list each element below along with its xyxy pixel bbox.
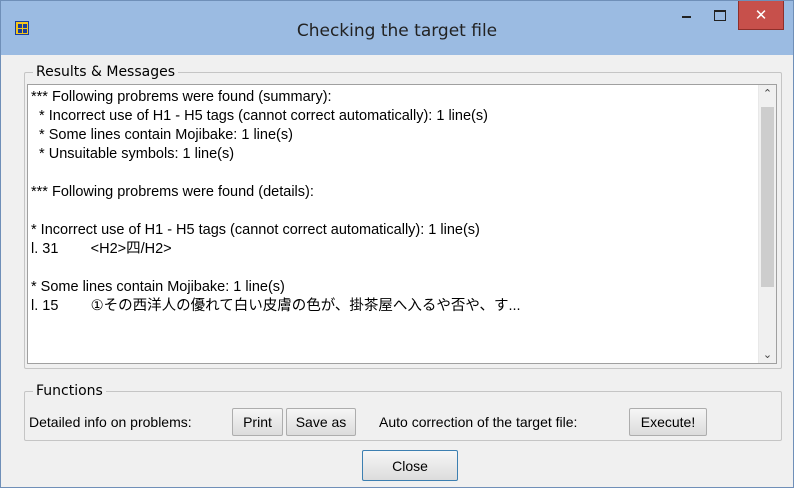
- results-line: *** Following probrems were found (detai…: [31, 184, 314, 200]
- close-icon: ✕: [754, 6, 768, 24]
- scroll-down-button[interactable]: ⌄: [759, 346, 776, 363]
- scroll-up-button[interactable]: ⌃: [759, 85, 776, 102]
- maximize-icon: [714, 9, 726, 21]
- save-as-button[interactable]: Save as: [286, 408, 356, 436]
- chevron-up-icon: ⌃: [762, 87, 773, 100]
- chevron-down-icon: ⌄: [762, 348, 773, 361]
- title-bar[interactable]: Checking the target file ✕: [1, 1, 793, 55]
- print-button[interactable]: Print: [232, 408, 283, 436]
- results-line: * Unsuitable symbols: 1 line(s): [31, 146, 235, 162]
- scrollbar-thumb[interactable]: [761, 107, 774, 287]
- results-text: *** Following probrems were found (summa…: [28, 85, 753, 316]
- auto-correction-label: Auto correction of the target file:: [379, 414, 578, 430]
- results-line: * Some lines contain Mojibake: 1 line(s): [31, 127, 293, 143]
- minimize-button[interactable]: [672, 1, 700, 29]
- close-button[interactable]: Close: [362, 450, 458, 481]
- results-group-label: Results & Messages: [36, 64, 176, 80]
- window-close-button[interactable]: ✕: [738, 1, 784, 30]
- detailed-info-label: Detailed info on problems:: [29, 414, 192, 430]
- execute-button[interactable]: Execute!: [629, 408, 707, 436]
- functions-group-label: Functions: [36, 383, 103, 399]
- results-line: * Some lines contain Mojibake: 1 line(s): [31, 279, 285, 295]
- results-textbox[interactable]: *** Following probrems were found (summa…: [27, 84, 777, 364]
- results-line: * Incorrect use of H1 - H5 tags (cannot …: [31, 222, 480, 238]
- results-line: * Incorrect use of H1 - H5 tags (cannot …: [31, 108, 488, 124]
- maximize-button[interactable]: [706, 1, 734, 29]
- results-line: l. 15 ①その西洋人の優れて白い皮膚の色が、掛茶屋へ入るや否や、す...: [31, 298, 521, 314]
- minimize-icon: [681, 16, 691, 18]
- results-line: l. 31 <H2>四/H2>: [31, 241, 172, 257]
- dialog-window: Checking the target file ✕ Results & Mes…: [0, 0, 794, 488]
- results-line: *** Following probrems were found (summa…: [31, 89, 332, 105]
- vertical-scrollbar[interactable]: ⌃ ⌄: [758, 85, 776, 363]
